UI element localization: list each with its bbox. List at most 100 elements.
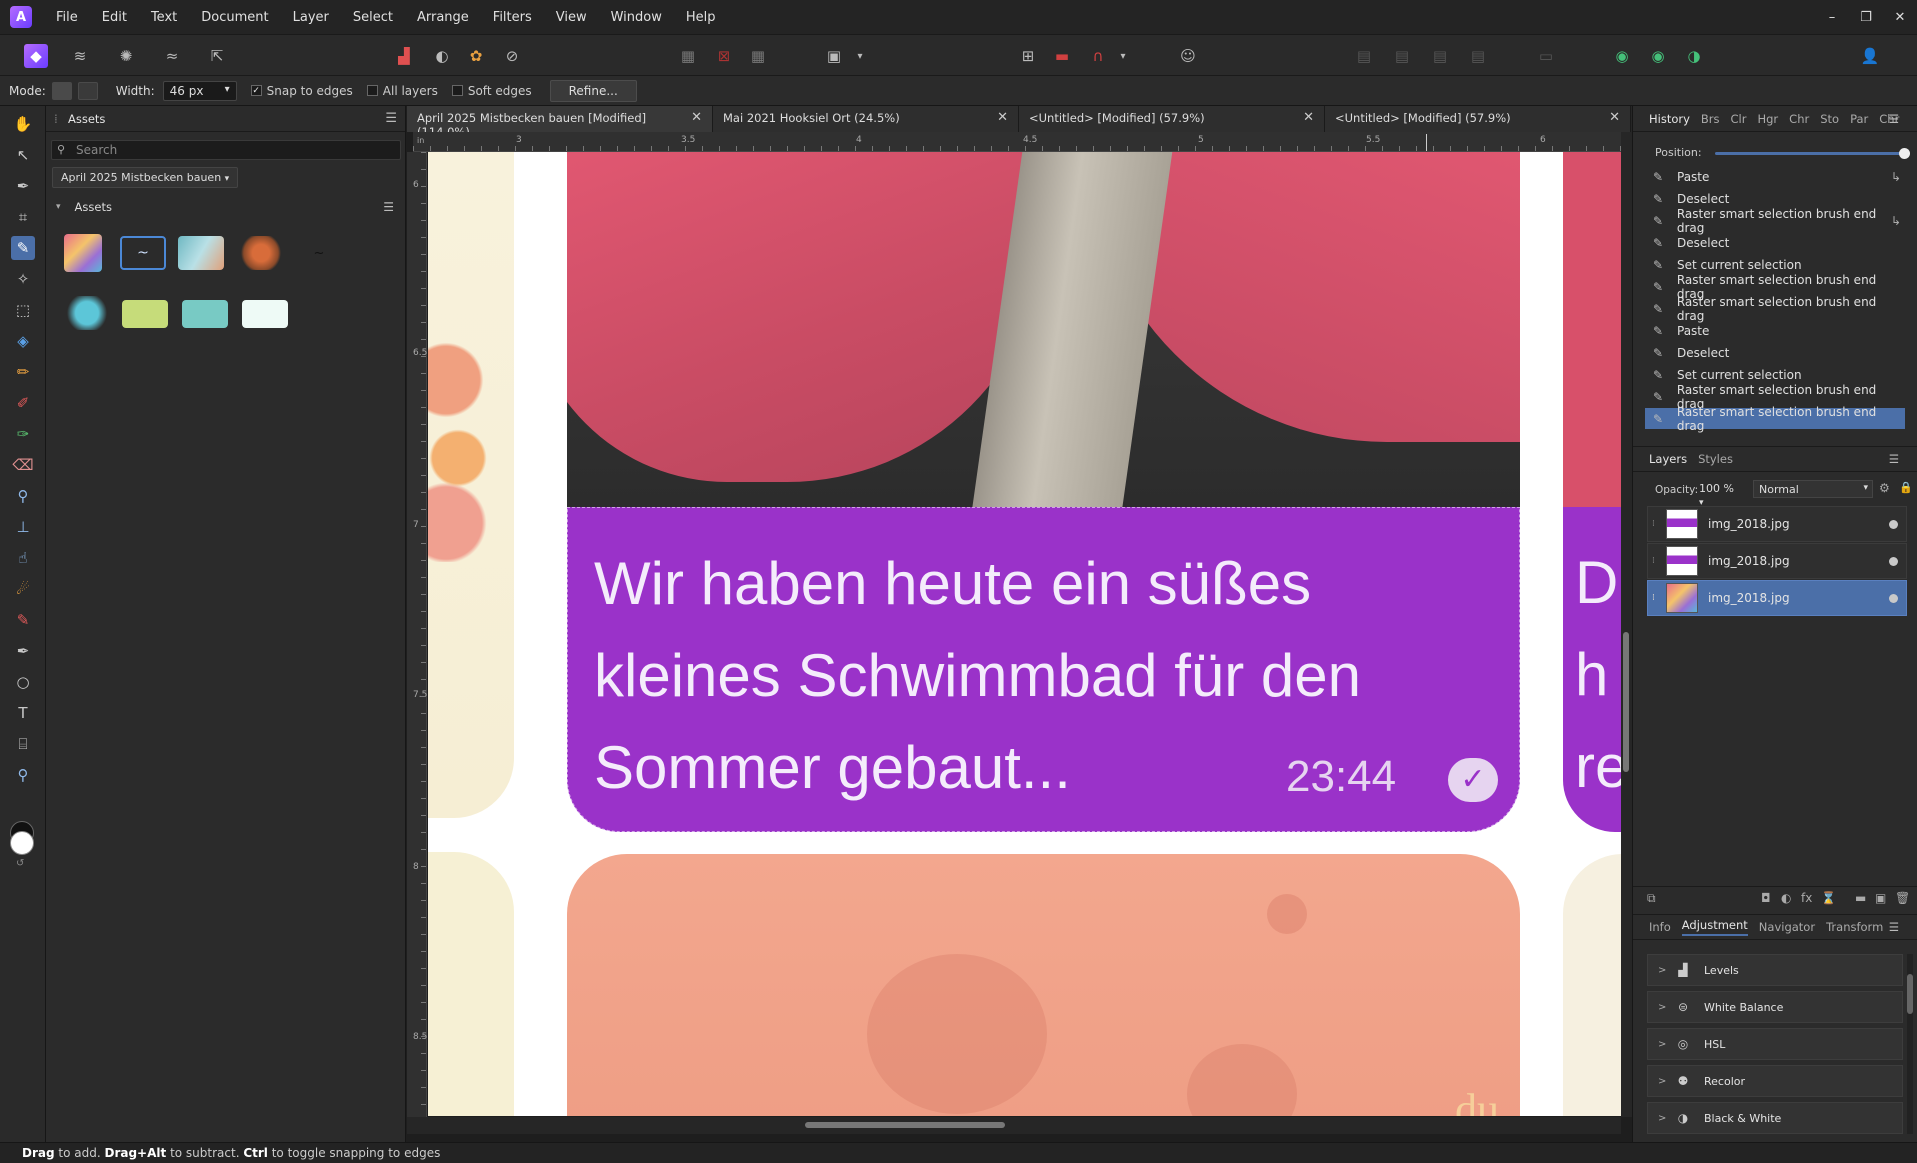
menu-layer[interactable]: Layer bbox=[293, 10, 329, 25]
horizontal-ruler[interactable]: in 3 3.5 4 4.5 5 5.5 6 bbox=[413, 132, 1625, 152]
shape-tool-icon[interactable]: ○ bbox=[11, 670, 35, 694]
history-item[interactable]: ✎ Deselect bbox=[1645, 342, 1905, 363]
assistant-icon[interactable]: ☺ bbox=[1176, 44, 1200, 68]
layer-row-selected[interactable]: ⁞ img_2018.jpg bbox=[1647, 580, 1907, 616]
layer-visibility-toggle[interactable] bbox=[1889, 593, 1898, 603]
invert-selection-icon[interactable]: ▦ bbox=[746, 44, 770, 68]
close-tab-icon[interactable]: ✕ bbox=[1609, 110, 1620, 125]
align-icon[interactable]: ▭ bbox=[1534, 44, 1558, 68]
perspective-tool-icon[interactable]: ⌸ bbox=[11, 732, 35, 756]
menu-help[interactable]: Help bbox=[686, 10, 716, 25]
tab-adjustment[interactable]: Adjustment bbox=[1681, 918, 1748, 936]
red-eye-tool-icon[interactable]: ✎ bbox=[11, 608, 35, 632]
quick-mask-dropdown-icon[interactable]: ▾ bbox=[848, 44, 872, 68]
vertical-scroll-thumb[interactable] bbox=[1623, 632, 1629, 772]
assets-menu-icon[interactable]: ☰ bbox=[385, 111, 397, 126]
tab-histogram[interactable]: Hgr bbox=[1757, 112, 1778, 126]
snapping-grid-icon[interactable]: ⊞ bbox=[1016, 44, 1040, 68]
history-position-knob[interactable] bbox=[1899, 148, 1910, 159]
menu-arrange[interactable]: Arrange bbox=[417, 10, 469, 25]
selection-mode-icon[interactable]: ▦ bbox=[676, 44, 700, 68]
swap-colors-icon[interactable]: ↺ bbox=[16, 858, 24, 869]
layer-visibility-toggle[interactable] bbox=[1889, 556, 1898, 566]
add-mask-icon[interactable]: ◘ bbox=[1761, 891, 1771, 905]
export-persona-icon[interactable]: ⇱ bbox=[205, 44, 229, 68]
layer-grip-icon[interactable]: ⁞ bbox=[1652, 519, 1655, 529]
close-tab-icon[interactable]: ✕ bbox=[1303, 110, 1314, 125]
adjustment-white-balance[interactable]: > ⊜ White Balance bbox=[1647, 991, 1903, 1023]
arrange-2-icon[interactable]: ▤ bbox=[1390, 44, 1414, 68]
history-item[interactable]: ✎ Paste ↳ bbox=[1645, 166, 1905, 187]
menu-view[interactable]: View bbox=[556, 10, 587, 25]
color-picker-tool-icon[interactable]: ✒ bbox=[11, 174, 35, 198]
menu-document[interactable]: Document bbox=[201, 10, 268, 25]
add-pixel-layer-icon[interactable]: ▣ bbox=[1875, 891, 1886, 905]
arrange-3-icon[interactable]: ▤ bbox=[1428, 44, 1452, 68]
pen-tool-icon[interactable]: ✒ bbox=[11, 639, 35, 663]
close-tab-icon[interactable]: ✕ bbox=[997, 110, 1008, 125]
history-menu-icon[interactable]: ☰ bbox=[1889, 112, 1899, 126]
text-tool-icon[interactable]: T bbox=[11, 701, 35, 725]
assets-category-select[interactable]: April 2025 Mistbecken bauen ▾ bbox=[52, 167, 239, 188]
menu-filters[interactable]: Filters bbox=[493, 10, 532, 25]
lock-icon[interactable]: 🔒 bbox=[1899, 481, 1913, 494]
auto-colors-icon[interactable]: ✿ bbox=[464, 44, 488, 68]
document-tab[interactable]: <Untitled> [Modified] (57.9%) ✕ bbox=[1019, 106, 1325, 132]
tab-history[interactable]: History bbox=[1649, 112, 1690, 126]
adjustment-black-white[interactable]: > ◑ Black & White bbox=[1647, 1102, 1903, 1134]
tab-navigator[interactable]: Navigator bbox=[1759, 920, 1815, 934]
delete-layer-icon[interactable]: 🗑 bbox=[1895, 891, 1910, 905]
close-tab-icon[interactable]: ✕ bbox=[691, 110, 702, 125]
arrange-4-icon[interactable]: ▤ bbox=[1466, 44, 1490, 68]
layer-grip-icon[interactable]: ⁞ bbox=[1652, 556, 1655, 566]
width-input[interactable]: 46 px ▾ bbox=[162, 80, 237, 101]
document-canvas[interactable]: Wir haben heute ein süßes kleines Schwim… bbox=[428, 152, 1621, 1116]
panel-grip-icon[interactable]: ⁞ bbox=[54, 112, 58, 126]
color-replace-tool-icon[interactable]: ✐ bbox=[11, 391, 35, 415]
add-filter-icon[interactable]: ⌛ bbox=[1821, 891, 1836, 905]
tab-paragraph[interactable]: Par bbox=[1850, 112, 1868, 126]
tone-mapping-persona-icon[interactable]: ≈ bbox=[160, 44, 184, 68]
horizontal-scroll-thumb[interactable] bbox=[805, 1122, 1005, 1128]
deselect-icon[interactable]: ⊠ bbox=[712, 44, 736, 68]
width-dropdown-icon[interactable]: ▾ bbox=[225, 84, 230, 95]
layer-grip-icon[interactable]: ⁞ bbox=[1652, 593, 1655, 603]
adjustment-recolor[interactable]: > ⚉ Recolor bbox=[1647, 1065, 1903, 1097]
snap-to-edges-checkbox[interactable]: ✓ Snap to edges bbox=[250, 84, 353, 98]
studio-link-3-icon[interactable]: ◑ bbox=[1682, 44, 1706, 68]
zoom-tool-icon[interactable]: ⚲ bbox=[11, 763, 35, 787]
layer-row[interactable]: ⁞ img_2018.jpg bbox=[1647, 543, 1907, 579]
assets-section-header[interactable]: ▾ Assets ☰ bbox=[46, 196, 406, 218]
tab-transform[interactable]: Transform bbox=[1826, 920, 1883, 934]
flood-select-tool-icon[interactable]: ✧ bbox=[11, 267, 35, 291]
vertical-ruler[interactable]: 6 6.5 7 7.5 8 8.5 bbox=[407, 152, 427, 1117]
section-menu-icon[interactable]: ☰ bbox=[383, 200, 394, 214]
menu-file[interactable]: File bbox=[56, 10, 78, 25]
asset-thumbnail[interactable]: ~ bbox=[120, 236, 166, 270]
vertical-scrollbar[interactable] bbox=[1621, 132, 1632, 1117]
liquify-persona-icon[interactable]: ≋ bbox=[68, 44, 92, 68]
mesh-warp-tool-icon[interactable]: ☄ bbox=[11, 577, 35, 601]
menu-window[interactable]: Window bbox=[611, 10, 662, 25]
crop-tool-icon[interactable]: ⌗ bbox=[11, 205, 35, 229]
tab-brushes[interactable]: Brs bbox=[1701, 112, 1720, 126]
document-tab[interactable]: April 2025 Mistbecken bauen [Modified] (… bbox=[407, 106, 713, 139]
marquee-tool-icon[interactable]: ⬚ bbox=[11, 298, 35, 322]
asset-thumbnail[interactable] bbox=[122, 300, 168, 328]
menu-text[interactable]: Text bbox=[151, 10, 177, 25]
minimize-icon[interactable]: – bbox=[1815, 10, 1849, 25]
clone-tool-icon[interactable]: ⊥ bbox=[11, 515, 35, 539]
adjustment-hsl[interactable]: > ◎ HSL bbox=[1647, 1028, 1903, 1060]
asset-thumbnail[interactable] bbox=[242, 300, 288, 328]
horizontal-scrollbar[interactable] bbox=[407, 1117, 1621, 1134]
smudge-tool-icon[interactable]: ☝ bbox=[11, 546, 35, 570]
adjustment-scrollbar[interactable] bbox=[1907, 954, 1913, 1134]
auto-contrast-icon[interactable]: ◐ bbox=[430, 44, 454, 68]
asset-thumbnail[interactable] bbox=[64, 296, 110, 330]
all-layers-checkbox[interactable]: All layers bbox=[366, 84, 438, 98]
asset-thumbnail[interactable] bbox=[64, 234, 102, 272]
add-fx-icon[interactable]: fx bbox=[1801, 891, 1812, 905]
add-group-icon[interactable]: ▬ bbox=[1855, 891, 1866, 905]
layer-ops-icon[interactable]: ⧉ bbox=[1647, 891, 1656, 906]
photo-persona-icon[interactable]: ◆ bbox=[24, 44, 48, 68]
